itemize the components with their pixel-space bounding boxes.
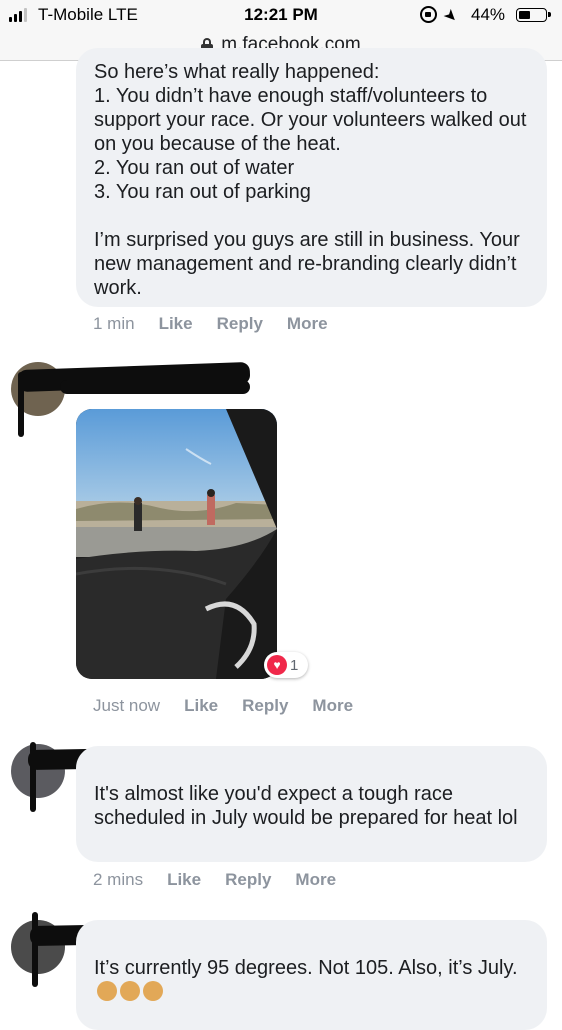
comment-text: It’s currently 95 degrees. Not 105. Also… bbox=[94, 956, 531, 1004]
comment-bubble: It’s currently 95 degrees. Not 105. Also… bbox=[76, 920, 547, 1030]
comment-bubble: So here’s what really happened: 1. You d… bbox=[76, 48, 547, 307]
comment-actions: 2 mins Like Reply More bbox=[93, 870, 336, 890]
redaction-mark bbox=[30, 742, 36, 812]
redaction-mark bbox=[32, 912, 38, 987]
comment-actions: Just now Like Reply More bbox=[93, 696, 353, 716]
woman-shrugging-emoji bbox=[143, 981, 163, 1001]
reaction-badge[interactable]: ♥ 1 bbox=[264, 652, 308, 678]
rotation-lock-icon bbox=[420, 6, 437, 23]
like-button[interactable]: Like bbox=[159, 314, 193, 334]
location-arrow-icon: ➤ bbox=[439, 5, 462, 28]
comment-text: So here’s what really happened: 1. You d… bbox=[94, 61, 527, 299]
comment-timestamp[interactable]: Just now bbox=[93, 696, 160, 716]
reply-button[interactable]: Reply bbox=[242, 696, 288, 716]
redaction-mark bbox=[60, 380, 250, 394]
woman-shrugging-emoji bbox=[120, 981, 140, 1001]
redaction-mark bbox=[18, 372, 24, 437]
more-button[interactable]: More bbox=[295, 870, 336, 890]
comment-text: It's almost like you'd expect a tough ra… bbox=[94, 783, 518, 829]
reply-button[interactable]: Reply bbox=[217, 314, 263, 334]
like-button[interactable]: Like bbox=[184, 696, 218, 716]
status-bar: T-Mobile LTE 12:21 PM ➤ 44% bbox=[0, 0, 562, 30]
heart-reaction-icon: ♥ bbox=[267, 655, 287, 675]
comment-bubble: It's almost like you'd expect a tough ra… bbox=[76, 746, 547, 862]
like-button[interactable]: Like bbox=[167, 870, 201, 890]
woman-shrugging-emoji bbox=[97, 981, 117, 1001]
signal-icon bbox=[9, 8, 27, 22]
desert-road-photo bbox=[76, 409, 277, 679]
comment-timestamp[interactable]: 1 min bbox=[93, 314, 135, 334]
more-button[interactable]: More bbox=[312, 696, 353, 716]
battery-icon bbox=[516, 8, 551, 22]
carrier-label: T-Mobile LTE bbox=[38, 5, 138, 24]
more-button[interactable]: More bbox=[287, 314, 328, 334]
comment-actions: 1 min Like Reply More bbox=[93, 314, 328, 334]
comment-photo[interactable] bbox=[76, 409, 277, 679]
battery-percent: 44% bbox=[471, 5, 506, 24]
reaction-count: 1 bbox=[290, 656, 299, 674]
comment-timestamp[interactable]: 2 mins bbox=[93, 870, 143, 890]
reply-button[interactable]: Reply bbox=[225, 870, 271, 890]
